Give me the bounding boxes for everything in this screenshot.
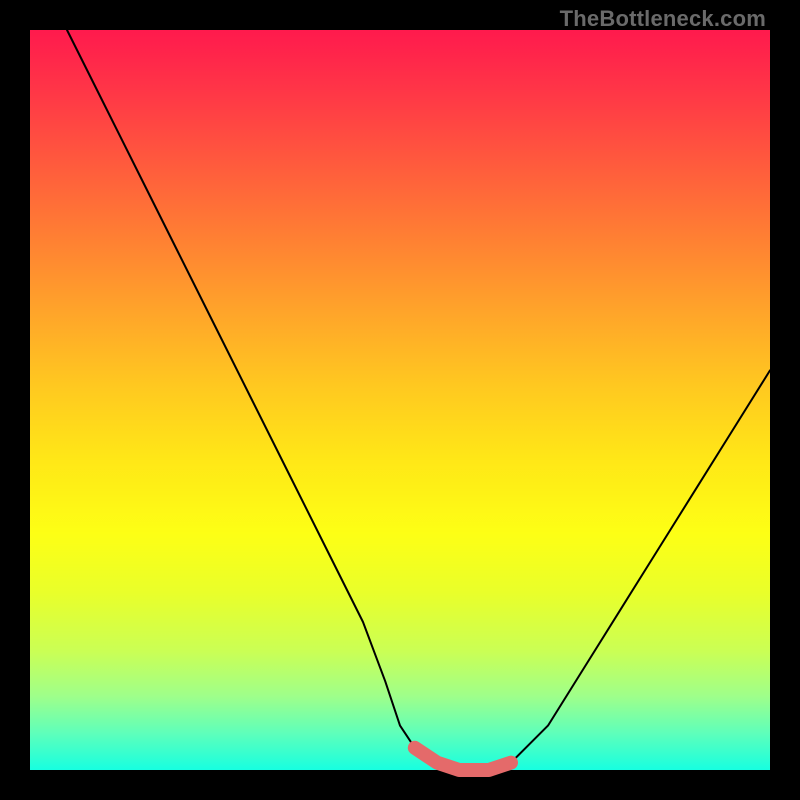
bottleneck-curve (67, 30, 770, 770)
chart-overlay (30, 30, 770, 770)
watermark-text: TheBottleneck.com (560, 6, 766, 32)
chart-frame: TheBottleneck.com (0, 0, 800, 800)
highlight-segment (415, 748, 511, 770)
